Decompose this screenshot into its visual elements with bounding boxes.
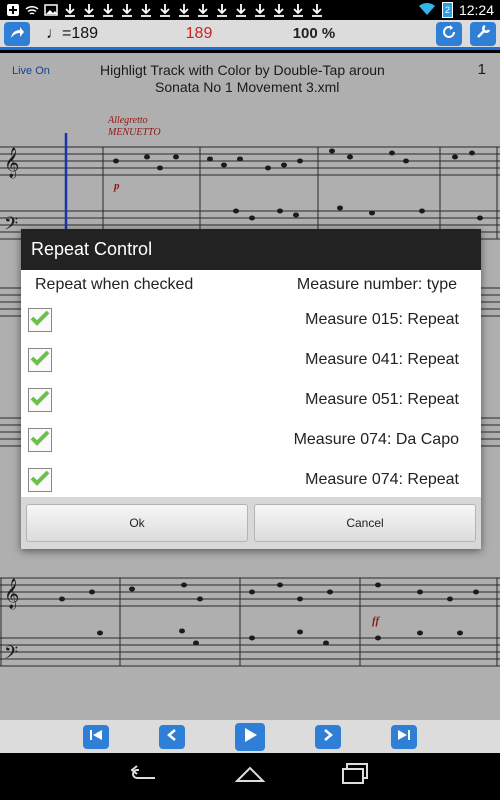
navigation-bar [0,753,500,800]
skip-to-start-button[interactable] [83,724,109,749]
column-header-measure: Measure number: type [296,276,457,293]
download-icon [120,3,134,17]
measure-label: Measure 074: Da Capo [293,431,459,448]
repeat-row: Measure 015: Repeat [25,300,477,340]
battery-icon: 2 [441,2,453,18]
ok-button[interactable]: Ok [26,504,248,542]
skip-forward-icon [397,729,411,744]
checkmark-icon [30,309,50,332]
repeat-checkbox[interactable] [28,308,52,332]
zoom-level[interactable]: 100 % [244,25,384,42]
share-arrow-icon [9,25,25,42]
skip-to-end-button[interactable] [391,724,417,749]
home-button[interactable] [232,763,268,791]
status-bar: 2 12:24 [0,0,500,20]
notification-icons [6,3,324,17]
download-icon [63,3,77,17]
download-icon [101,3,115,17]
column-header-checked: Repeat when checked [35,276,194,293]
measure-label: Measure 041: Repeat [305,351,459,368]
playback-controls [0,720,500,753]
repeat-checkbox[interactable] [28,468,52,492]
settings-button[interactable] [470,21,496,46]
checkmark-icon [30,469,50,492]
download-icon [158,3,172,17]
checkmark-icon [30,429,50,452]
tempo-indicator: ♩=189 [46,24,99,42]
checkmark-icon [30,349,50,372]
refresh-button[interactable] [436,21,462,46]
measure-label: Measure 051: Repeat [305,391,459,408]
share-button[interactable] [4,21,30,46]
beat-counter: 189 [185,24,213,42]
wifi-notification-icon [25,3,39,17]
download-icon [82,3,96,17]
chevron-left-icon [166,729,178,744]
wrench-icon [475,24,491,43]
chevron-right-icon [322,729,334,744]
recent-apps-icon [342,763,370,790]
repeat-control-dialog: Repeat Control Repeat when checked Measu… [21,229,481,549]
play-button[interactable] [235,722,265,751]
home-icon [234,765,266,788]
repeat-row: Measure 074: Da Capo [25,420,477,460]
measure-label: Measure 074: Repeat [305,471,459,488]
dialog-body: Repeat when checked Measure number: type… [21,270,481,500]
checkmark-icon [30,389,50,412]
repeat-row: Measure 041: Repeat [25,340,477,380]
wifi-icon [418,2,436,19]
back-arrow-icon [129,765,159,788]
download-icon [139,3,153,17]
add-icon [6,3,20,17]
download-icon [196,3,210,17]
image-icon [44,3,58,17]
system-status: 2 12:24 [418,2,494,19]
download-icon [291,3,305,17]
download-icon [310,3,324,17]
measure-label: Measure 015: Repeat [305,311,459,328]
dialog-button-bar: Ok Cancel [21,497,481,549]
column-headers: Repeat when checked Measure number: type [25,270,477,300]
cancel-button[interactable]: Cancel [254,504,476,542]
clock: 12:24 [458,2,494,18]
recent-apps-button[interactable] [338,763,374,791]
download-icon [215,3,229,17]
repeat-checkbox[interactable] [28,388,52,412]
dialog-title: Repeat Control [21,229,481,270]
repeat-row: Measure 051: Repeat [25,380,477,420]
refresh-icon [441,24,457,43]
play-icon [242,727,258,746]
next-button[interactable] [315,724,341,749]
skip-back-icon [89,729,103,744]
back-button[interactable] [126,763,162,791]
download-icon [177,3,191,17]
top-toolbar: ♩=189 189 100 % [0,20,500,50]
repeat-checkbox[interactable] [28,348,52,372]
download-icon [272,3,286,17]
download-icon [253,3,267,17]
repeat-checkbox[interactable] [28,428,52,452]
battery-level: 2 [444,5,450,15]
download-icon [234,3,248,17]
repeat-row: Measure 074: Repeat [25,460,477,500]
previous-button[interactable] [159,724,185,749]
